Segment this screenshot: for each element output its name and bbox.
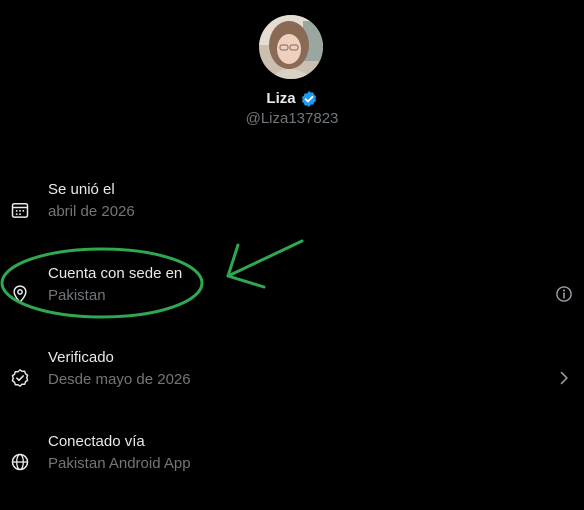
info-row-text: Cuenta con sede en Pakistan: [48, 264, 182, 306]
location-pin-icon: [10, 284, 30, 304]
info-row-location: Cuenta con sede en Pakistan: [0, 264, 584, 324]
info-row-title: Verificado: [48, 349, 114, 366]
info-row-subtitle: Desde mayo de 2026: [48, 371, 191, 388]
verified-check-icon: [10, 368, 30, 388]
info-row-connected: Conectado vía Pakistan Android App: [0, 432, 584, 492]
info-row-subtitle: Pakistan: [48, 287, 106, 304]
info-row-subtitle: Pakistan Android App: [48, 455, 191, 472]
info-row-title: Cuenta con sede en: [48, 265, 183, 282]
info-row-subtitle: abril de 2026: [48, 203, 135, 220]
name-row: Liza: [0, 88, 584, 110]
info-row-title: Conectado vía: [48, 433, 145, 450]
info-row-text: Se unió el abril de 2026: [48, 180, 135, 222]
info-row-joined: Se unió el abril de 2026: [0, 180, 584, 240]
info-row-text: Conectado vía Pakistan Android App: [48, 432, 191, 474]
avatar[interactable]: [259, 15, 323, 79]
avatar-image: [259, 15, 323, 79]
profile-header: Liza @Liza137823: [0, 0, 584, 140]
verified-badge-icon: [300, 90, 318, 108]
calendar-icon: [10, 200, 30, 220]
info-row-text: Verificado Desde mayo de 2026: [48, 348, 191, 390]
info-row-title: Se unió el: [48, 181, 115, 198]
display-name[interactable]: Liza: [266, 89, 295, 109]
globe-icon: [10, 452, 30, 472]
info-row-verified[interactable]: Verificado Desde mayo de 2026: [0, 348, 584, 408]
chevron-right-icon[interactable]: [554, 368, 574, 388]
username-handle: @Liza137823: [245, 110, 339, 127]
info-icon[interactable]: [554, 284, 574, 304]
